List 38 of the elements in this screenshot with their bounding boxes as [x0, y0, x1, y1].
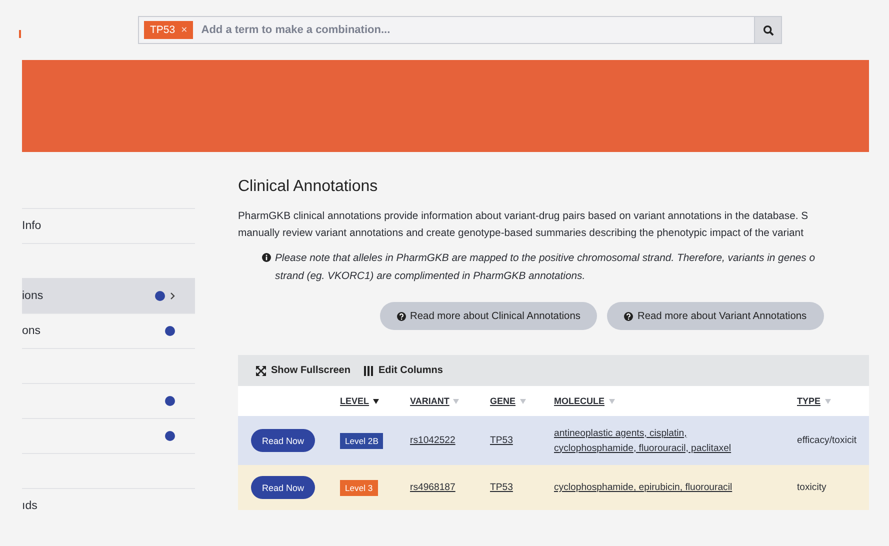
chevron-icon	[170, 292, 175, 300]
molecule-link[interactable]: cyclophosphamide, epirubicin, fluorouracil	[554, 480, 732, 495]
variant-link[interactable]: rs4968187	[410, 482, 456, 493]
sidebar-item[interactable]: ons	[22, 313, 195, 348]
search-button[interactable]	[754, 17, 781, 43]
description-text: PharmGKB clinical annotations provide information about variant-drug pairs based on variant annotations in the database. S	[238, 210, 810, 224]
section-title: Clinical Annotations	[238, 178, 379, 196]
read-more-button[interactable]: Read more about Clinical Annotations	[380, 302, 598, 330]
molecule-link[interactable]: antineoplastic agents, cisplatin, cyclophosphamide, fluorouracil, paclitaxel	[554, 426, 754, 456]
table-cell: efficacy/toxicit	[797, 435, 857, 446]
column-header[interactable]: GENE	[490, 396, 554, 406]
level-badge: Level 3	[340, 480, 378, 496]
search-icon	[762, 24, 774, 36]
columns-icon	[364, 366, 374, 376]
note-text: Please note that alleles in PharmGKB are mapped to the positive chromosomal strand. Therefore, variants in genes o	[275, 252, 816, 266]
column-header[interactable]: LEVEL	[340, 396, 410, 406]
sidebar-item[interactable]: ions	[22, 278, 195, 313]
gene-link[interactable]: TP53	[490, 435, 513, 446]
read-now-button[interactable]: Read Now	[251, 476, 315, 499]
read-now-button[interactable]: Read Now	[251, 429, 315, 452]
description-text: manually review variant annotations and create genotype-based summaries describing the phenotypic impact of the variant	[238, 227, 804, 241]
level-badge: Level 2B	[340, 432, 384, 448]
column-header[interactable]: MOLECULE	[554, 396, 797, 406]
column-header[interactable]: VARIANT	[410, 396, 490, 406]
help-icon	[624, 312, 634, 320]
gene-link[interactable]: TP53	[490, 482, 513, 493]
toolbar-button[interactable]: Show Fullscreen	[256, 365, 350, 376]
toolbar-button[interactable]: Edit Columns	[364, 365, 443, 376]
note-text: strand (eg. VKORC1) are complimented in PharmGKB annotations.	[275, 270, 586, 284]
help-icon	[397, 312, 406, 320]
read-more-button[interactable]: Read more about Variant Annotations	[607, 302, 824, 330]
sidebar-item[interactable]: Info	[22, 208, 195, 243]
sidebar-item[interactable]: ıds	[22, 488, 195, 523]
variant-link[interactable]: rs1042522	[410, 435, 456, 446]
info-icon	[262, 253, 271, 262]
expand-icon	[256, 366, 266, 376]
column-header[interactable]: TYPE	[797, 396, 869, 406]
table-cell: toxicity	[797, 482, 826, 493]
